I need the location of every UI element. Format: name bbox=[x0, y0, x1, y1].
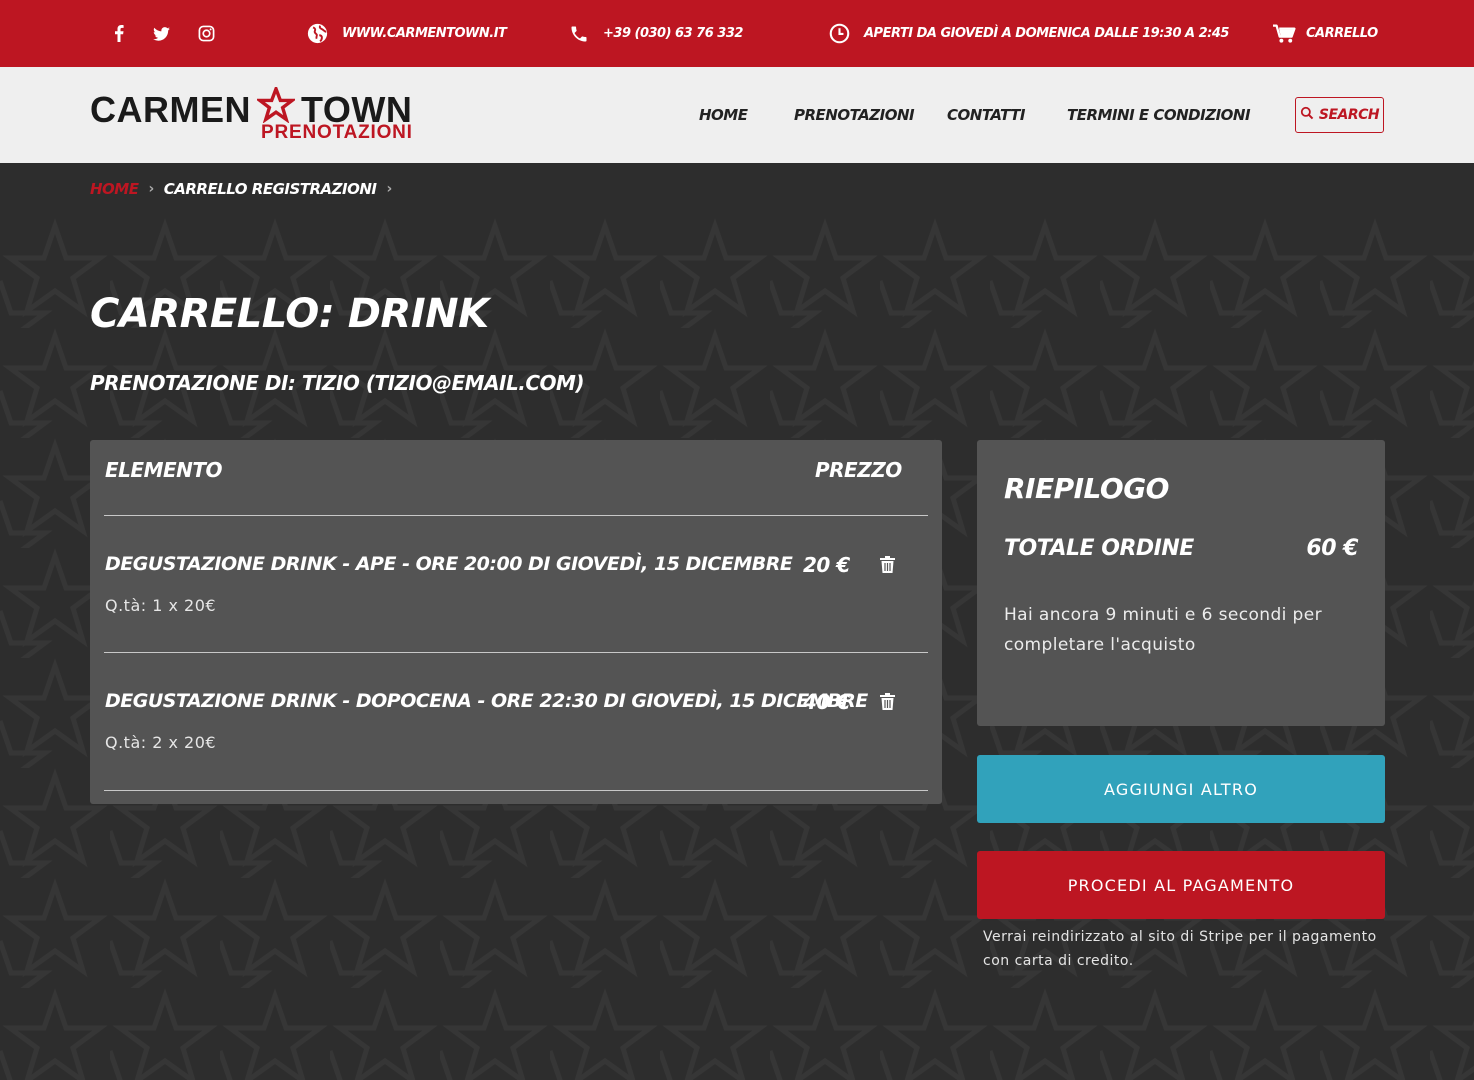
summary-title: Riepilogo bbox=[1004, 472, 1169, 505]
twitter-icon bbox=[153, 26, 170, 41]
twitter-link[interactable] bbox=[153, 0, 170, 67]
delete-item-button[interactable] bbox=[878, 693, 896, 715]
top-bar: www.carmentown.it +39 (030) 63 76 332 Ap… bbox=[0, 0, 1474, 67]
hours-text: Aperti da Giovedì a Domenica dalle 19:30… bbox=[864, 26, 1229, 41]
cart-label: Carrello bbox=[1306, 26, 1378, 41]
instagram-icon bbox=[198, 25, 215, 42]
phone-link[interactable]: +39 (030) 63 76 332 bbox=[569, 0, 743, 67]
instagram-link[interactable] bbox=[198, 0, 215, 67]
search-icon bbox=[1300, 106, 1319, 124]
item-name: Degustazione Drink - APE - ore 20:00 di … bbox=[105, 553, 793, 575]
website-text: www.carmentown.it bbox=[342, 26, 507, 41]
delete-item-button[interactable] bbox=[878, 556, 896, 578]
item-quantity: Q.tà: 1 x 20€ bbox=[105, 596, 217, 615]
divider bbox=[104, 652, 928, 653]
column-header-item: Elemento bbox=[105, 458, 223, 482]
site-logo[interactable]: CARMEN TOWN PRENOTAZIONI bbox=[90, 84, 420, 145]
facebook-link[interactable] bbox=[114, 0, 124, 67]
nav-contatti[interactable]: Contatti bbox=[947, 67, 1025, 163]
phone-text: +39 (030) 63 76 332 bbox=[603, 26, 743, 41]
phone-icon bbox=[569, 24, 589, 44]
add-more-button[interactable]: AGGIUNGI ALTRO bbox=[977, 755, 1385, 823]
cart-icon bbox=[1273, 23, 1296, 44]
nav-prenotazioni[interactable]: Prenotazioni bbox=[794, 67, 915, 163]
trash-icon bbox=[879, 693, 895, 715]
page-title: Carrello: Drink bbox=[90, 291, 489, 337]
checkout-button[interactable]: PROCEDI AL PAGAMENTO bbox=[977, 851, 1385, 919]
globe-icon bbox=[307, 23, 328, 44]
divider bbox=[104, 515, 928, 516]
search-label: Search bbox=[1318, 107, 1380, 123]
trash-icon bbox=[879, 556, 895, 578]
item-quantity: Q.tà: 2 x 20€ bbox=[105, 733, 217, 752]
order-summary: Riepilogo Totale ordine 60 € Hai ancora … bbox=[977, 440, 1385, 726]
timer-notice: Hai ancora 9 minuti e 6 secondi per comp… bbox=[1004, 605, 1322, 655]
clock-icon bbox=[829, 23, 850, 44]
chevron-right-icon: › bbox=[148, 181, 154, 197]
chevron-right-icon: › bbox=[386, 181, 393, 197]
item-name: Degustazione Drink - DOPOCENA - ore 22:3… bbox=[105, 690, 868, 712]
item-price: 20 € bbox=[803, 553, 850, 577]
facebook-icon bbox=[114, 25, 124, 42]
cart-link[interactable]: Carrello bbox=[1273, 0, 1378, 67]
website-link[interactable]: www.carmentown.it bbox=[307, 0, 507, 67]
total-value: 60 € bbox=[1306, 536, 1358, 561]
breadcrumb-home[interactable]: Home bbox=[90, 180, 139, 198]
breadcrumb-current: Carrello registrazioni bbox=[163, 180, 377, 198]
stripe-redirect-note: Verrai reindirizzato al sito di Stripe p… bbox=[983, 929, 1377, 969]
logo-word-left: CARMEN bbox=[90, 88, 251, 130]
nav-home[interactable]: Home bbox=[699, 67, 748, 163]
item-price: 40 € bbox=[803, 690, 850, 714]
site-header: CARMEN TOWN PRENOTAZIONI Home Prenotazio… bbox=[0, 67, 1474, 163]
nav-termini[interactable]: Termini e condizioni bbox=[1067, 67, 1251, 163]
logo-subtitle: PRENOTAZIONI bbox=[261, 122, 413, 143]
total-label: Totale ordine bbox=[1004, 536, 1194, 561]
column-header-price: Prezzo bbox=[815, 458, 902, 482]
breadcrumb: Home › Carrello registrazioni › bbox=[90, 177, 402, 201]
search-button[interactable]: Search bbox=[1295, 97, 1384, 133]
booking-owner: Prenotazione di: Tizio (tizio@email.com) bbox=[90, 371, 585, 395]
divider bbox=[104, 790, 928, 791]
cart-table: Elemento Prezzo Degustazione Drink - APE… bbox=[90, 440, 942, 804]
opening-hours: Aperti da Giovedì a Domenica dalle 19:30… bbox=[829, 0, 1229, 67]
main-content: Home › Carrello registrazioni › Carrello… bbox=[0, 163, 1474, 1080]
